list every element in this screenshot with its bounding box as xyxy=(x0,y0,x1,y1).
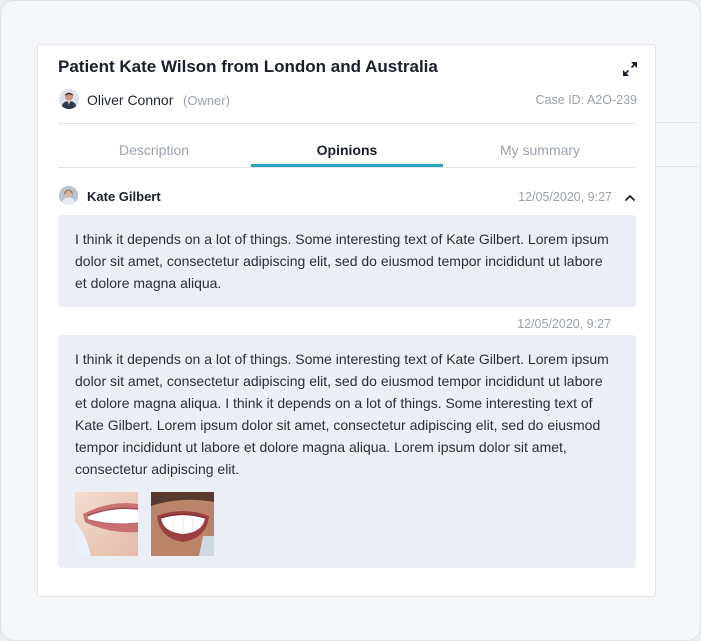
owner-name[interactable]: Oliver Connor xyxy=(87,92,173,108)
opinion-message: I think it depends on a lot of things. S… xyxy=(58,215,636,307)
case-card: Patient Kate Wilson from London and Aust… xyxy=(37,44,656,597)
opinion-message: I think it depends on a lot of things. S… xyxy=(58,335,636,568)
case-id: Case ID: A2O-239 xyxy=(535,93,637,107)
background-divider xyxy=(655,166,699,167)
tab-my-summary[interactable]: My summary xyxy=(444,142,636,158)
header-divider xyxy=(58,123,636,124)
tab-description[interactable]: Description xyxy=(58,142,250,158)
tabs-divider xyxy=(58,167,636,168)
attachment-thumbnail[interactable] xyxy=(75,492,138,556)
owner-role: (Owner) xyxy=(183,93,230,108)
opinion-header: Kate Gilbert 12/05/2020, 9:27 xyxy=(58,185,636,209)
owner-row: Oliver Connor (Owner) Case ID: A2O-239 xyxy=(59,89,637,113)
opinion-date: 12/05/2020, 9:27 xyxy=(517,317,611,331)
opinion-author[interactable]: Kate Gilbert xyxy=(87,189,161,204)
opinion-message-text: I think it depends on a lot of things. S… xyxy=(75,351,609,477)
tab-opinions[interactable]: Opinions xyxy=(251,142,443,158)
attachment-thumbnail[interactable] xyxy=(151,492,214,556)
expand-icon[interactable] xyxy=(622,61,638,77)
author-avatar[interactable] xyxy=(59,186,78,205)
opinion-date: 12/05/2020, 9:27 xyxy=(518,190,612,204)
case-title: Patient Kate Wilson from London and Aust… xyxy=(58,57,438,76)
background-divider xyxy=(655,122,699,123)
chevron-up-icon[interactable] xyxy=(624,191,636,203)
tab-bar: Description Opinions My summary xyxy=(58,137,636,167)
owner-avatar[interactable] xyxy=(59,89,79,109)
